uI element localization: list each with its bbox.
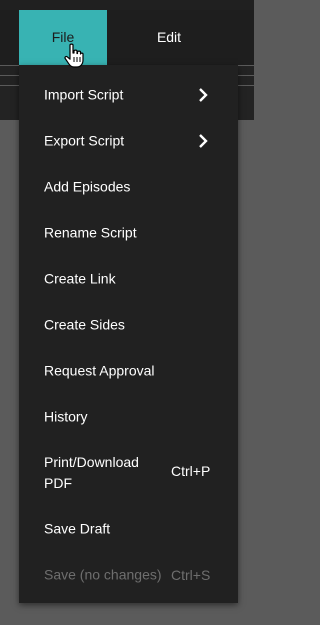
menu-item-label: Export Script: [44, 132, 125, 149]
menu-item-rename-script[interactable]: Rename Script: [19, 210, 238, 256]
menu-item-save-draft[interactable]: Save Draft: [19, 506, 238, 552]
menu-item-label: Print/Download PDF: [44, 452, 139, 494]
menu-item-request-approval[interactable]: Request Approval: [19, 348, 238, 394]
menu-item-label: Create Sides: [44, 316, 125, 333]
menu-item-label: Add Episodes: [44, 178, 131, 195]
menu-item-create-sides[interactable]: Create Sides: [19, 302, 238, 348]
tab-edit[interactable]: Edit: [124, 10, 214, 65]
menu-item-label: Rename Script: [44, 224, 137, 241]
menu-item-history[interactable]: History: [19, 394, 238, 440]
menu-item-label: History: [44, 408, 88, 425]
menu-item-import-script[interactable]: Import Script: [19, 72, 238, 118]
chevron-right-icon: [199, 88, 208, 102]
tab-file[interactable]: File: [19, 10, 107, 65]
menu-item-save-no-changes: Save (no changes) Ctrl+S: [19, 552, 238, 598]
menu-item-label: Save Draft: [44, 520, 111, 537]
menu-bar: File Edit: [0, 10, 254, 65]
window-top-strip: [0, 0, 254, 10]
menu-item-label: Import Script: [44, 86, 124, 103]
file-menu-dropdown: Import Script Export Script Add Episodes…: [19, 65, 238, 603]
menu-item-label: Save (no changes): [44, 566, 162, 583]
menu-item-label: Request Approval: [44, 362, 155, 379]
menu-item-print-download-pdf[interactable]: Print/Download PDF Ctrl+P: [19, 441, 238, 505]
menu-item-label: Create Link: [44, 270, 116, 287]
menu-item-label-line: PDF: [44, 475, 72, 491]
chevron-right-icon: [199, 134, 208, 148]
menu-item-add-episodes[interactable]: Add Episodes: [19, 164, 238, 210]
menu-item-export-script[interactable]: Export Script: [19, 118, 238, 164]
menu-item-create-link[interactable]: Create Link: [19, 256, 238, 302]
shortcut-label: Ctrl+P: [171, 463, 211, 479]
shortcut-label: Ctrl+S: [171, 567, 211, 583]
menu-item-label-line: Print/Download: [44, 454, 139, 470]
